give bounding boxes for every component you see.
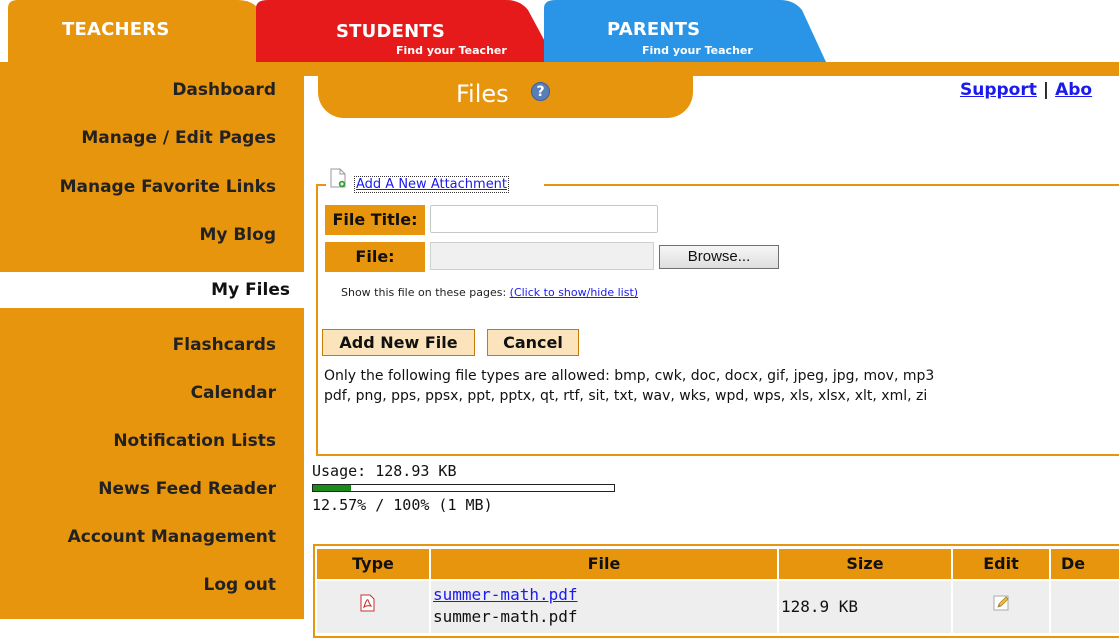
sidebar-item-my-blog[interactable]: My Blog (0, 217, 304, 253)
sidebar-item-log-out[interactable]: Log out (0, 567, 304, 603)
toggle-page-list-link[interactable]: (Click to show/hide list) (510, 286, 638, 299)
pencil-icon[interactable] (993, 594, 1011, 612)
cell-delete (1051, 581, 1119, 633)
file-path-field[interactable] (430, 242, 654, 270)
sidebar-item-flashcards[interactable]: Flashcards (0, 327, 304, 363)
about-link[interactable]: Abo (1055, 80, 1092, 100)
file-label: File: (325, 242, 425, 272)
tab-parents-label: PARENTS (607, 19, 701, 40)
file-title-input[interactable] (430, 205, 658, 233)
sidebar-item-my-files[interactable]: My Files (0, 272, 304, 308)
show-on-pages-text: Show this file on these pages: (341, 286, 507, 299)
pdf-icon (360, 594, 375, 612)
sidebar: Dashboard Manage / Edit Pages Manage Fav… (0, 76, 304, 619)
header-edit: Edit (953, 549, 1049, 579)
allowed-types-line-2: pdf, png, pps, ppsx, ppt, pptx, qt, rtf,… (324, 388, 928, 404)
header-file: File (431, 549, 777, 579)
header-type: Type (317, 549, 429, 579)
file-name: summer-math.pdf (433, 607, 578, 626)
sidebar-item-manage-edit-pages[interactable]: Manage / Edit Pages (0, 120, 304, 156)
file-title-label: File Title: (325, 205, 425, 235)
tab-students[interactable]: STUDENTS Find your Teacher (256, 0, 566, 62)
allowed-file-types: Only the following file types are allowe… (324, 366, 1119, 406)
tab-students-label: STUDENTS (336, 21, 446, 42)
usage-label: Usage: 128.93 KB (312, 462, 457, 480)
sidebar-item-news-feed-reader[interactable]: News Feed Reader (0, 471, 304, 507)
show-on-pages-line: Show this file on these pages: (Click to… (341, 286, 638, 299)
add-new-file-button[interactable]: Add New File (322, 329, 475, 356)
tab-students-sub: Find your Teacher (396, 44, 507, 57)
header-size: Size (779, 549, 951, 579)
header-delete: De (1051, 549, 1119, 579)
sidebar-item-account-management[interactable]: Account Management (0, 519, 304, 555)
browse-button[interactable]: Browse... (659, 245, 779, 269)
file-size: 128.9 KB (781, 597, 859, 616)
question-icon[interactable]: ? (531, 82, 550, 101)
link-separator: | (1042, 80, 1050, 100)
top-links: Support | Abo (960, 80, 1092, 100)
sidebar-item-dashboard[interactable]: Dashboard (0, 72, 304, 108)
usage-progress-fill (313, 485, 351, 491)
support-link[interactable]: Support (960, 80, 1037, 100)
tab-teachers-label: TEACHERS (62, 19, 170, 40)
new-document-icon (330, 168, 346, 188)
sidebar-item-calendar[interactable]: Calendar (0, 375, 304, 411)
usage-progress-bar (312, 484, 615, 492)
allowed-types-line-1: Only the following file types are allowe… (324, 368, 935, 384)
add-attachment-link[interactable]: Add A New Attachment (354, 176, 510, 193)
tab-parents[interactable]: PARENTS Find your Teacher (544, 0, 834, 62)
cancel-button[interactable]: Cancel (487, 329, 579, 356)
tab-teachers[interactable]: TEACHERS (0, 0, 300, 62)
sidebar-item-manage-favorite-links[interactable]: Manage Favorite Links (0, 169, 304, 205)
sidebar-item-notification-lists[interactable]: Notification Lists (0, 423, 304, 459)
file-download-link[interactable]: summer-math.pdf (433, 585, 578, 604)
page-title: Files (456, 80, 509, 108)
usage-percent: 12.57% / 100% (1 MB) (312, 496, 493, 514)
tab-parents-sub: Find your Teacher (642, 44, 753, 57)
